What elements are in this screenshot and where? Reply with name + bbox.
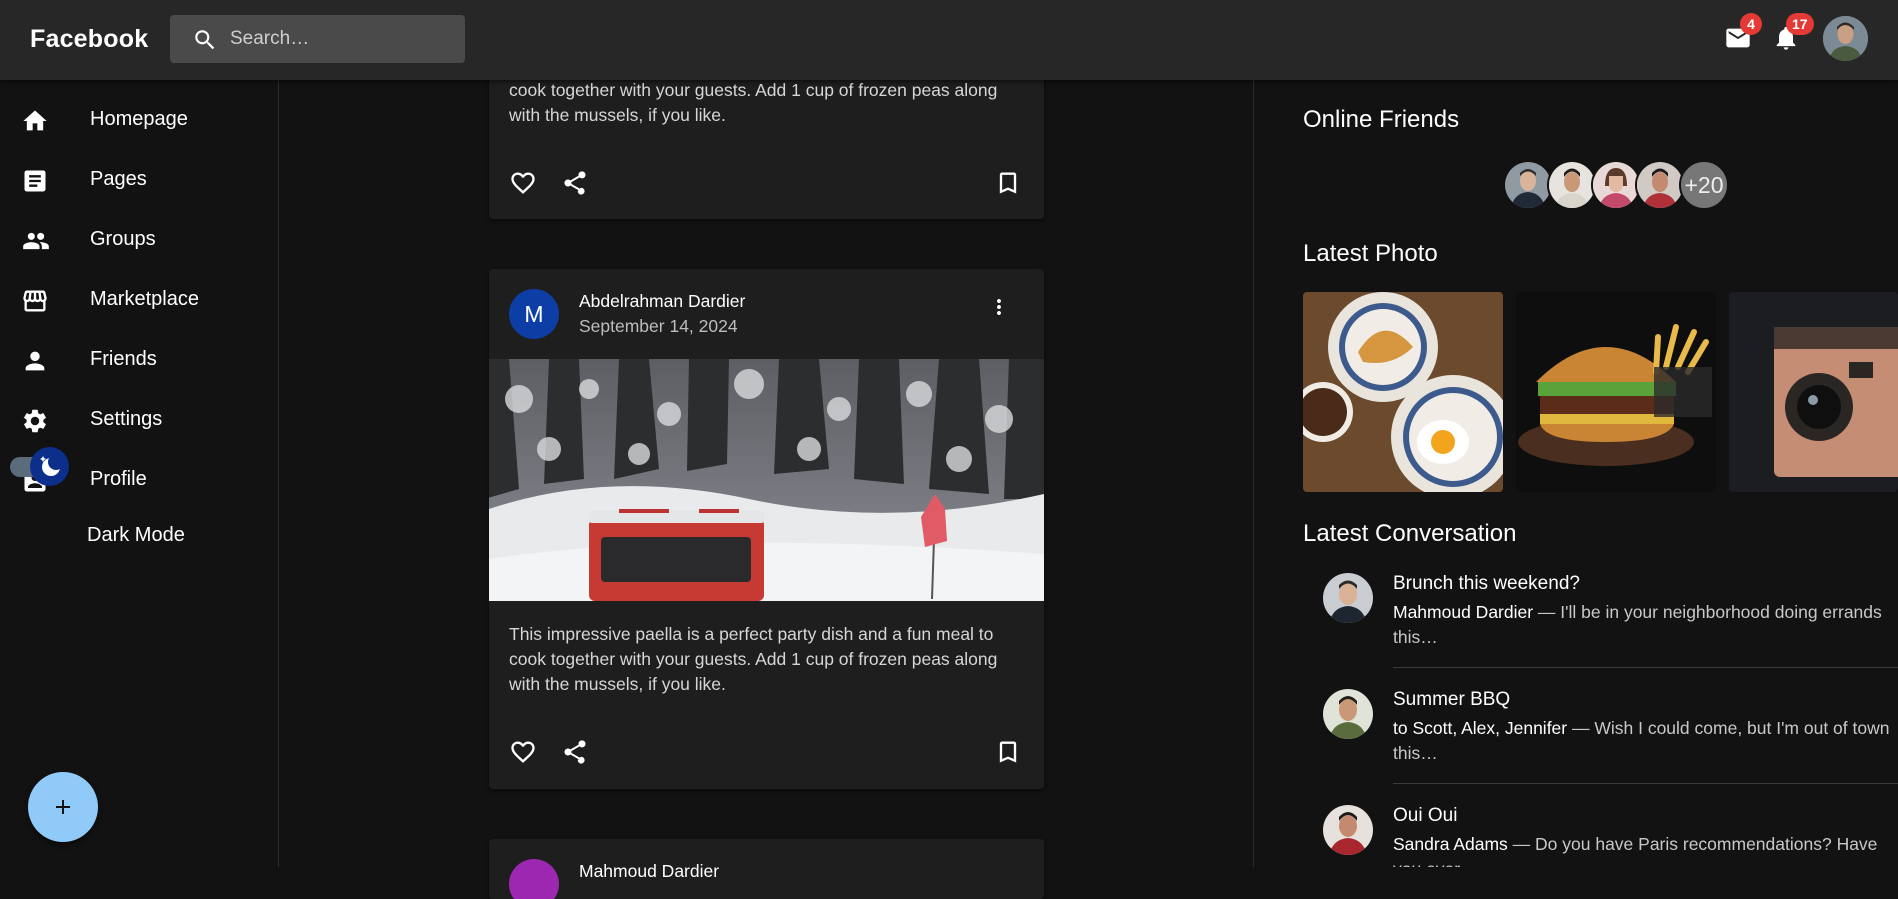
conversation-sender: Sandra Adams [1393,834,1508,854]
like-button[interactable] [509,169,537,197]
dark-mode-toggle[interactable] [10,445,70,489]
more-vertical-icon [987,295,1011,319]
conversation-title: Brunch this weekend? [1393,573,1580,594]
notifications-badge: 17 [1786,13,1814,35]
post-author[interactable]: Mahmoud Dardier [579,861,719,882]
heart-outline-icon [509,169,537,197]
post-text: This impressive paella is a perfect part… [509,622,1029,697]
conversation-snippet: to Scott, Alex, Jennifer — Wish I could … [1393,716,1898,766]
share-button[interactable] [561,738,589,766]
conversation-snippet: Mahmoud Dardier — I'll be in your neighb… [1393,600,1898,650]
sidebar-item-friends[interactable]: Friends [0,334,279,384]
author-avatar[interactable]: M [509,289,559,339]
sidebar-item-label: Profile [90,468,147,490]
post-text-line: cook together with your guests. Add 1 cu… [509,80,998,100]
top-app-bar: Facebook 4 17 [0,0,1898,80]
online-friends-more[interactable]: +20 [1679,160,1729,210]
like-button[interactable] [509,738,537,766]
post-text-line: This impressive paella is a perfect part… [509,624,994,644]
conversation-title: Oui Oui [1393,805,1458,826]
online-friend-avatar[interactable] [1547,160,1597,210]
share-icon [561,169,589,197]
latest-photo[interactable] [1303,292,1503,492]
latest-photo-title: Latest Photo [1303,240,1438,267]
conversation-avatar [1323,573,1373,623]
notifications-button[interactable]: 17 [1772,13,1814,52]
sidebar-item-label: Settings [90,408,163,430]
sidebar-item-label: Groups [90,228,156,250]
online-friend-avatar[interactable] [1635,160,1685,210]
post-image[interactable] [489,359,1044,601]
dark-mode-text: Dark Mode [87,524,185,546]
sidebar-item-pages[interactable]: Pages [0,154,279,204]
toggle-thumb [30,447,69,486]
post-text-line: cook together with your guests. Add 1 cu… [509,649,998,669]
bookmark-outline-icon [994,738,1022,766]
brand-logo[interactable]: Facebook [30,25,148,54]
search-input[interactable] [230,25,450,53]
conversation-snippet: Sandra Adams — Do you have Paris recomme… [1393,832,1898,867]
post-author[interactable]: Abdelrahman Dardier [579,291,745,312]
sidebar-item-label: Pages [90,168,147,190]
sidebar-item-homepage[interactable]: Homepage [0,94,279,144]
conversation-divider [1393,783,1898,784]
conversation-item[interactable]: Summer BBQ to Scott, Alex, Jennifer — Wi… [1323,689,1898,789]
sidebar-item-settings[interactable]: Settings [0,394,279,444]
gear-icon [21,407,49,435]
post-date: September 14, 2024 [579,316,738,336]
sidebar-item-label: Homepage [90,108,188,130]
post-card: M Abdelrahman Dardier September 14, 2024 [489,269,1044,789]
post-options-button[interactable] [987,295,1011,319]
sidebar-item-label: Friends [90,348,157,370]
conversation-sender: to Scott, Alex, Jennifer [1393,718,1568,738]
conversation-avatar [1323,689,1373,739]
search-icon [192,27,218,53]
storefront-icon [21,287,49,315]
person-icon [21,347,49,375]
left-sidebar: Homepage Pages Groups Marketplace Friend… [0,80,279,867]
mail-badge: 4 [1740,13,1762,35]
bookmark-button[interactable] [994,738,1022,766]
latest-conversation-title: Latest Conversation [1303,520,1517,547]
post-text-line: with the mussels, if you like. [509,674,726,694]
sidebar-item-label: Marketplace [90,288,199,310]
post-text: cook together with your guests. Add 1 cu… [509,78,1029,128]
search-box[interactable] [170,15,465,63]
sidebar-item-marketplace[interactable]: Marketplace [0,274,279,324]
online-friend-avatar[interactable] [1503,160,1553,210]
heart-outline-icon [509,738,537,766]
bookmark-button[interactable] [994,169,1022,197]
post-text-line: with the mussels, if you like. [509,105,726,125]
moon-icon [30,447,69,486]
add-post-button[interactable] [28,772,98,842]
groups-icon [21,227,51,255]
online-friend-avatar[interactable] [1591,160,1641,210]
author-avatar[interactable] [509,859,559,899]
conversation-divider [1393,667,1898,668]
home-icon [21,107,49,135]
conversation-sender: Mahmoud Dardier [1393,602,1534,622]
conversation-avatar [1323,805,1373,855]
conversation-item[interactable]: Brunch this weekend? Mahmoud Dardier — I… [1323,573,1898,673]
latest-photo[interactable] [1516,292,1716,492]
mail-button[interactable]: 4 [1724,13,1762,52]
latest-photo[interactable] [1729,292,1898,492]
conversation-title: Summer BBQ [1393,689,1511,710]
post-card: Mahmoud Dardier [489,839,1044,899]
online-friends-title: Online Friends [1303,106,1460,133]
article-icon [21,167,49,195]
conversation-item[interactable]: Oui Oui Sandra Adams — Do you have Paris… [1323,805,1898,867]
sidebar-item-groups[interactable]: Groups [0,214,279,264]
share-icon [561,738,589,766]
bookmark-outline-icon [994,169,1022,197]
share-button[interactable] [561,169,589,197]
user-avatar[interactable] [1823,16,1868,61]
